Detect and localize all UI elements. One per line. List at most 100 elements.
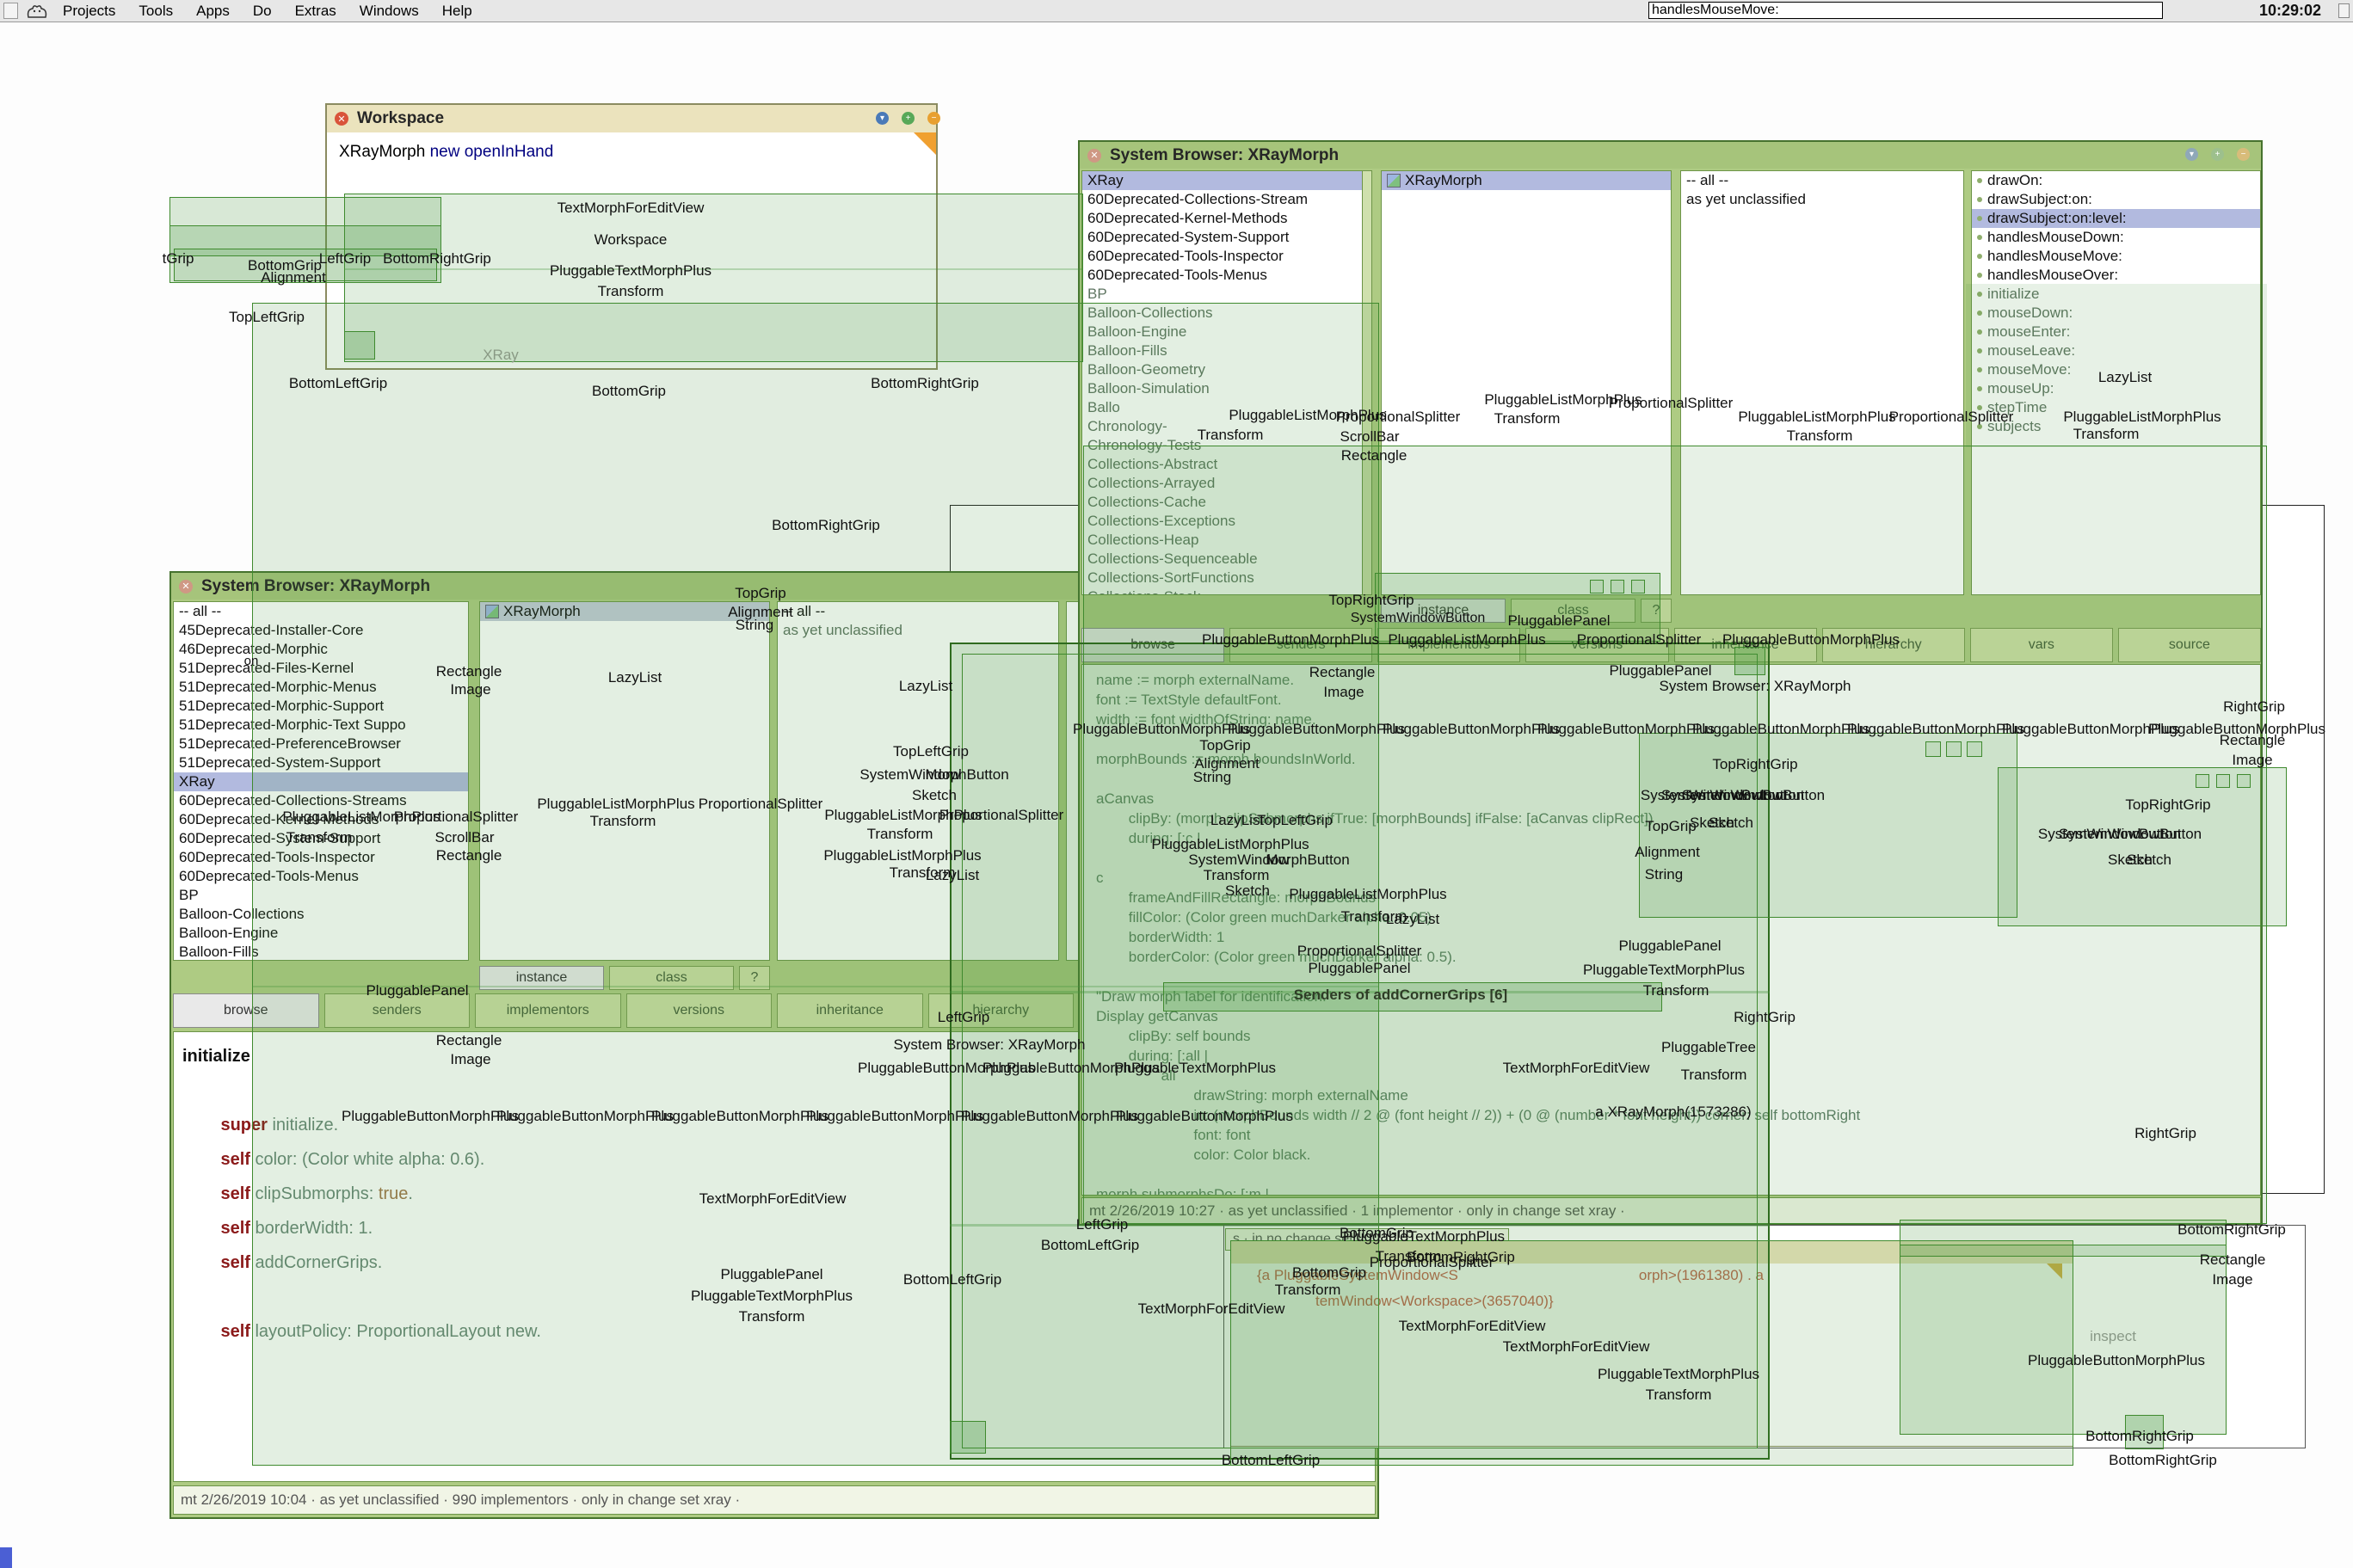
menu-item[interactable]: Help bbox=[442, 3, 472, 20]
list-item[interactable]: drawSubject:on:level: bbox=[1972, 209, 2260, 228]
inspect-button[interactable]: inspect bbox=[2065, 1321, 2161, 1352]
list-item[interactable]: initialize bbox=[1972, 285, 2260, 304]
browser-button[interactable]: source bbox=[2118, 628, 2261, 662]
list-item[interactable]: Balloon-Collections bbox=[1082, 304, 1370, 323]
browser-button[interactable]: senders bbox=[1229, 628, 1372, 662]
list-item[interactable]: 60Deprecated-System-Support bbox=[1082, 228, 1370, 247]
list-item[interactable]: 60Deprecated-Tools-Menus bbox=[174, 867, 468, 886]
list-item[interactable]: Balloon-Fills bbox=[1082, 341, 1370, 360]
browser-button[interactable]: senders bbox=[324, 993, 471, 1028]
menu-item[interactable]: Extras bbox=[295, 3, 336, 20]
expand-icon[interactable]: + bbox=[902, 112, 915, 125]
browser-button[interactable]: class bbox=[609, 966, 734, 990]
list-item[interactable]: Collections-Abstract bbox=[1082, 455, 1370, 474]
method-list-top[interactable]: drawOn:drawSubject:on:drawSubject:on:lev… bbox=[1971, 170, 2261, 595]
list-item[interactable]: subjects bbox=[1972, 417, 2260, 436]
list-item[interactable]: stepTime bbox=[1972, 398, 2260, 417]
menu-item[interactable]: Tools bbox=[139, 3, 173, 20]
list-item[interactable]: XRayMorph bbox=[480, 602, 769, 621]
list-item[interactable]: 51Deprecated-Morphic-Menus bbox=[174, 678, 468, 697]
list-item[interactable]: 60Deprecated-Kernel-Methods bbox=[1082, 209, 1370, 228]
list-item[interactable]: Collections-SortFunctions bbox=[1082, 569, 1370, 587]
list-item[interactable]: Chronology-Tests bbox=[1082, 436, 1370, 455]
menu-chevron-icon[interactable]: ▾ bbox=[876, 112, 889, 125]
list-item[interactable]: XRay bbox=[174, 772, 468, 791]
menu-item[interactable]: Apps bbox=[196, 3, 230, 20]
list-item[interactable]: BP bbox=[174, 886, 468, 905]
class-list-bottom[interactable]: XRayMorph bbox=[479, 601, 770, 961]
list-item[interactable]: handlesMouseDown: bbox=[1972, 228, 2260, 247]
workspace-content[interactable]: XRayMorph new openInHand bbox=[327, 132, 936, 368]
browser-button[interactable]: inheritance bbox=[777, 993, 923, 1028]
list-item[interactable]: 51Deprecated-System-Support bbox=[174, 753, 468, 772]
list-item[interactable]: 51Deprecated-Morphic-Text Suppo bbox=[174, 716, 468, 735]
browser-button[interactable]: ? bbox=[739, 966, 770, 990]
browser-button[interactable]: instance bbox=[479, 966, 604, 990]
list-item[interactable]: Collections-Cache bbox=[1082, 493, 1370, 512]
list-item[interactable]: mouseEnter: bbox=[1972, 323, 2260, 341]
menu-item[interactable]: Projects bbox=[63, 3, 115, 20]
category-list-top[interactable]: -- all --as yet unclassified bbox=[1680, 170, 1964, 595]
browser-button[interactable]: implementors bbox=[475, 993, 621, 1028]
collapse-icon[interactable]: − bbox=[927, 112, 940, 125]
list-item[interactable]: Collections-Stack bbox=[1082, 587, 1370, 595]
list-item[interactable]: Balloon-Collections bbox=[174, 905, 468, 924]
list-item[interactable]: mouseLeave: bbox=[1972, 341, 2260, 360]
expand-icon[interactable]: + bbox=[2211, 148, 2224, 161]
browser-button[interactable]: versions bbox=[626, 993, 773, 1028]
list-item[interactable]: mouseMove: bbox=[1972, 360, 2260, 379]
browser-button[interactable]: hierarchy bbox=[928, 993, 1075, 1028]
clock[interactable]: 10:29:02 bbox=[2259, 2, 2321, 20]
list-item[interactable]: mouseUp: bbox=[1972, 379, 2260, 398]
close-icon[interactable]: ✕ bbox=[1087, 149, 1101, 163]
list-item[interactable]: drawSubject:on: bbox=[1972, 190, 2260, 209]
category-list-bottom[interactable]: -- all --as yet unclassified bbox=[777, 601, 1059, 961]
list-item[interactable]: Balloon-Engine bbox=[174, 924, 468, 943]
workspace2-titlebar[interactable] bbox=[1231, 1241, 2073, 1264]
workspace-code[interactable]: XRayMorph new openInHand bbox=[339, 143, 553, 162]
browser-button[interactable]: hierarchy bbox=[1822, 628, 1965, 662]
list-item[interactable]: Collections-Arrayed bbox=[1082, 474, 1370, 493]
list-item[interactable]: 60Deprecated-Collections-Streams bbox=[174, 791, 468, 810]
list-item[interactable]: Collections-Heap bbox=[1082, 531, 1370, 550]
menu-item[interactable]: Windows bbox=[360, 3, 419, 20]
list-item[interactable]: Ballo bbox=[1082, 398, 1370, 417]
workspace-titlebar[interactable]: ✕ Workspace bbox=[327, 105, 936, 132]
list-item[interactable]: handlesMouseOver: bbox=[1972, 266, 2260, 285]
list-item[interactable]: handlesMouseMove: bbox=[1972, 247, 2260, 266]
browser-top-titlebar[interactable]: ✕ System Browser: XRayMorph bbox=[1080, 142, 2261, 169]
list-item[interactable]: 60Deprecated-System-Support bbox=[174, 829, 468, 848]
package-list-bottom[interactable]: -- all --45Deprecated-Installer-Core46De… bbox=[173, 601, 469, 961]
list-item[interactable]: Balloon-Fills bbox=[174, 943, 468, 961]
list-item[interactable]: 51Deprecated-Files-Kernel bbox=[174, 659, 468, 678]
browser-button[interactable]: inheritance bbox=[1674, 628, 1817, 662]
list-item[interactable]: 60Deprecated-Tools-Inspector bbox=[1082, 247, 1370, 266]
list-item[interactable]: XRay bbox=[1082, 171, 1370, 190]
package-list-top[interactable]: XRay60Deprecated-Collections-Stream60Dep… bbox=[1081, 170, 1371, 595]
list-item[interactable]: Chronology- bbox=[1082, 417, 1370, 436]
browser-button[interactable]: browse bbox=[1081, 628, 1224, 662]
class-list-top[interactable]: XRayMorph bbox=[1381, 170, 1672, 595]
list-item[interactable]: Collections-Exceptions bbox=[1082, 512, 1370, 531]
desktop-corner-handle[interactable] bbox=[0, 1547, 12, 1568]
browser-button[interactable]: versions bbox=[1525, 628, 1668, 662]
list-item[interactable]: as yet unclassified bbox=[778, 621, 1058, 640]
list-item[interactable]: Balloon-Engine bbox=[1082, 323, 1370, 341]
list-item[interactable]: -- all -- bbox=[778, 602, 1058, 621]
list-item[interactable]: 60Deprecated-Collections-Stream bbox=[1082, 190, 1370, 209]
browser-button[interactable]: ? bbox=[1641, 599, 1672, 623]
browser-button[interactable]: instance bbox=[1381, 599, 1506, 623]
browser-button[interactable]: browse bbox=[173, 993, 319, 1028]
list-item[interactable]: XRayMorph bbox=[1382, 171, 1671, 190]
list-item[interactable]: as yet unclassified bbox=[1681, 190, 1963, 209]
list-item[interactable]: 51Deprecated-PreferenceBrowser bbox=[174, 735, 468, 753]
close-icon[interactable]: ✕ bbox=[179, 580, 193, 593]
list-item[interactable]: 60Deprecated-Tools-Inspector bbox=[174, 848, 468, 867]
scrollbar[interactable] bbox=[1362, 170, 1372, 595]
close-icon[interactable]: ✕ bbox=[335, 112, 348, 126]
list-item[interactable]: 60Deprecated-Kernel-Methods bbox=[174, 810, 468, 829]
squeak-mouse-logo-icon[interactable] bbox=[25, 3, 51, 20]
browser-button[interactable]: class bbox=[1511, 599, 1635, 623]
list-item[interactable]: Balloon-Simulation bbox=[1082, 379, 1370, 398]
collapse-icon[interactable]: − bbox=[2237, 148, 2250, 161]
